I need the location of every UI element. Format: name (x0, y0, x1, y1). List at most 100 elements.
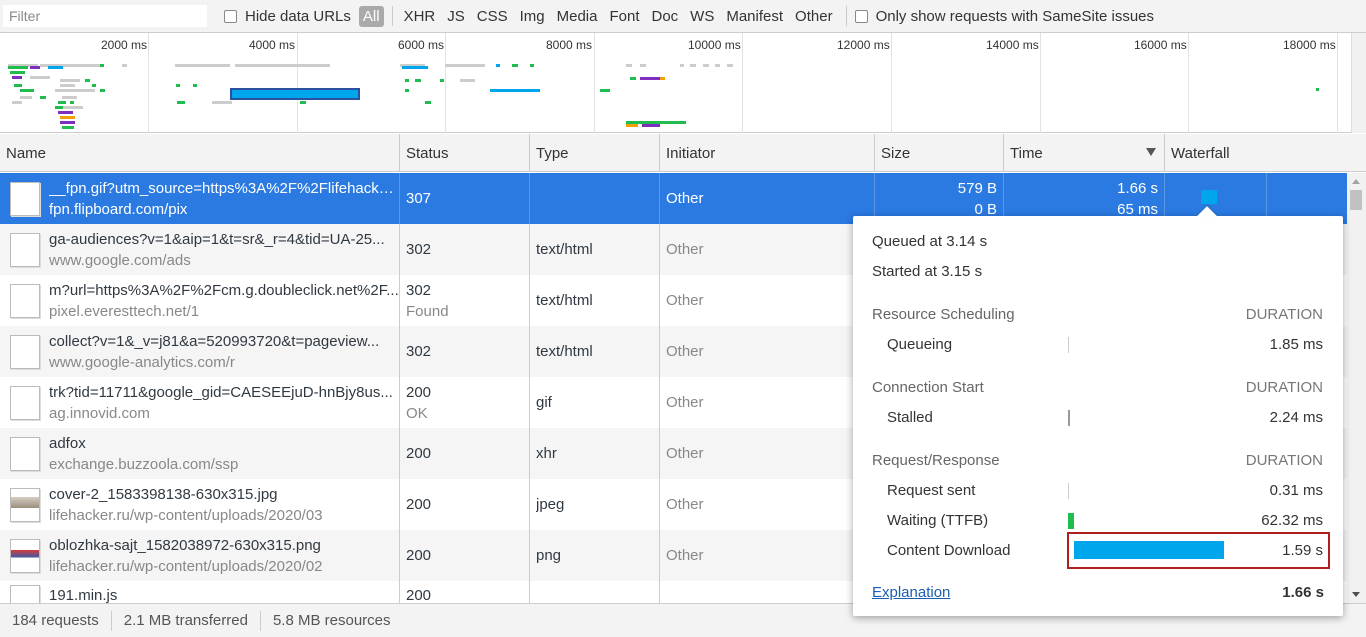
hide-data-urls-checkbox[interactable]: Hide data URLs (224, 8, 351, 25)
type-filter-other[interactable]: Other (790, 6, 838, 27)
filter-input[interactable] (2, 4, 208, 28)
type-filter-js[interactable]: JS (442, 6, 470, 27)
overview-bar (530, 64, 534, 67)
column-header-label: Status (406, 144, 449, 162)
samesite-label: Only show requests with SameSite issues (875, 7, 1155, 25)
overview-bar (440, 79, 444, 82)
status-code: 302 (406, 343, 432, 360)
timing-bar (1068, 337, 1069, 353)
type-filter-xhr[interactable]: XHR (399, 6, 441, 27)
type-filter-manifest[interactable]: Manifest (721, 6, 788, 27)
scroll-down-arrow-icon[interactable] (1352, 592, 1360, 597)
tick-label: 16000 ms (1134, 38, 1187, 52)
initiator: Other (666, 343, 704, 360)
status-code: 302 (406, 281, 432, 299)
column-header-status[interactable]: Status (400, 134, 530, 172)
network-overview-timeline[interactable]: 2000 ms 4000 ms 6000 ms 8000 ms 10000 ms… (0, 33, 1366, 133)
request-domain: www.google.com/ads (49, 251, 191, 269)
overview-bar (626, 124, 638, 127)
size-transferred: 579 B (957, 179, 997, 197)
initiator: Other (666, 292, 704, 309)
type-filter-font[interactable]: Font (604, 6, 644, 27)
column-header-size[interactable]: Size (875, 134, 1004, 172)
request-name: adfox (49, 434, 86, 452)
name-cell: collect?v=1&_v=j81&a=520993720&t=pagevie… (0, 326, 400, 377)
status-cell: 200 (400, 428, 530, 479)
type-filter-ws[interactable]: WS (685, 6, 719, 27)
type-filter-doc[interactable]: Doc (646, 6, 683, 27)
request-count: 184 requests (0, 610, 112, 631)
tick-label: 2000 ms (101, 38, 148, 52)
column-header-type[interactable]: Type (530, 134, 660, 172)
name-cell: __fpn.gif?utm_source=https%3A%2F%2Flifeh… (0, 173, 400, 224)
type-filter-img[interactable]: Img (515, 6, 550, 27)
overview-scrollbar[interactable] (1351, 33, 1366, 133)
initiator-cell: Other (660, 173, 875, 224)
column-header-label: Name (6, 144, 47, 162)
overview-bar (642, 124, 660, 127)
overview-bar (8, 66, 28, 69)
column-header-time[interactable]: Time (1004, 134, 1165, 172)
samesite-checkbox[interactable]: Only show requests with SameSite issues (854, 7, 1155, 25)
explanation-link[interactable]: Explanation (872, 584, 950, 601)
timing-track (1068, 334, 1218, 356)
type-filter-css[interactable]: CSS (472, 6, 513, 27)
timing-track (1068, 510, 1218, 532)
timing-label: Waiting (TTFB) (887, 512, 989, 529)
timing-row-request-sent: Request sent 0.31 ms (887, 480, 1323, 502)
column-header-label: Type (536, 144, 569, 162)
overview-bar (20, 96, 32, 99)
resource-type: text/html (536, 292, 593, 309)
request-domain: lifehacker.ru/wp-content/uploads/2020/03 (49, 506, 323, 524)
name-cell: trk?tid=11711&google_gid=CAESEEjuD-hnBjy… (0, 377, 400, 428)
overview-bar (60, 121, 75, 124)
initiator-cell: Other (660, 428, 875, 479)
resource-type: gif (536, 394, 552, 411)
file-icon (10, 436, 40, 471)
name-cell: 191.min.js (0, 581, 400, 603)
image-thumbnail-icon (10, 487, 40, 522)
overview-bar (445, 64, 485, 67)
column-header-waterfall[interactable]: Waterfall (1165, 134, 1366, 172)
tick-label: 6000 ms (398, 38, 445, 52)
resource-type: text/html (536, 241, 593, 258)
table-scrollbar[interactable] (1347, 173, 1366, 603)
timing-bar (1068, 483, 1069, 499)
grid-line (148, 33, 149, 133)
overview-bar (100, 89, 105, 92)
timing-label: Queueing (887, 336, 953, 353)
column-header-initiator[interactable]: Initiator (660, 134, 875, 172)
checkbox-icon[interactable] (854, 9, 868, 23)
scrollbar-thumb[interactable] (1350, 190, 1362, 210)
requests-table-header: Name Status Type Initiator Size Time Wat… (0, 134, 1366, 172)
timing-track (1068, 480, 1218, 502)
overview-bar (405, 89, 409, 92)
overview-bar (680, 64, 684, 67)
transferred-size: 2.1 MB transferred (112, 610, 261, 631)
timing-popover: Queued at 3.14 s Started at 3.15 s Resou… (853, 206, 1343, 616)
duration-label: DURATION (1245, 306, 1323, 323)
type-filter-media[interactable]: Media (552, 6, 603, 27)
resource-type: png (536, 547, 562, 564)
type-cell (530, 173, 660, 224)
type-filter-all[interactable]: All (358, 5, 384, 27)
scroll-up-arrow-icon[interactable] (1352, 179, 1360, 184)
status-cell: 302 Found (400, 275, 530, 326)
timing-track (1068, 407, 1218, 429)
column-header-label: Initiator (666, 144, 716, 162)
overview-bar (40, 96, 46, 99)
overview-bar (62, 126, 74, 129)
overview-bar (300, 101, 306, 104)
request-name: cover-2_1583398138-630x315.jpg (49, 485, 278, 503)
section-request-response: Request/Response DURATION (872, 452, 1323, 469)
overview-bar (122, 64, 127, 67)
checkbox-icon[interactable] (224, 9, 237, 23)
overview-bar (30, 66, 40, 69)
overview-bar (58, 101, 66, 104)
timing-row-queueing: Queueing 1.85 ms (887, 334, 1323, 356)
overview-bar (60, 84, 75, 87)
file-icon (10, 585, 40, 603)
request-name: oblozhka-sajt_1582038972-630x315.png (49, 536, 321, 554)
status-cell: 302 (400, 326, 530, 377)
column-header-name[interactable]: Name (0, 134, 400, 172)
